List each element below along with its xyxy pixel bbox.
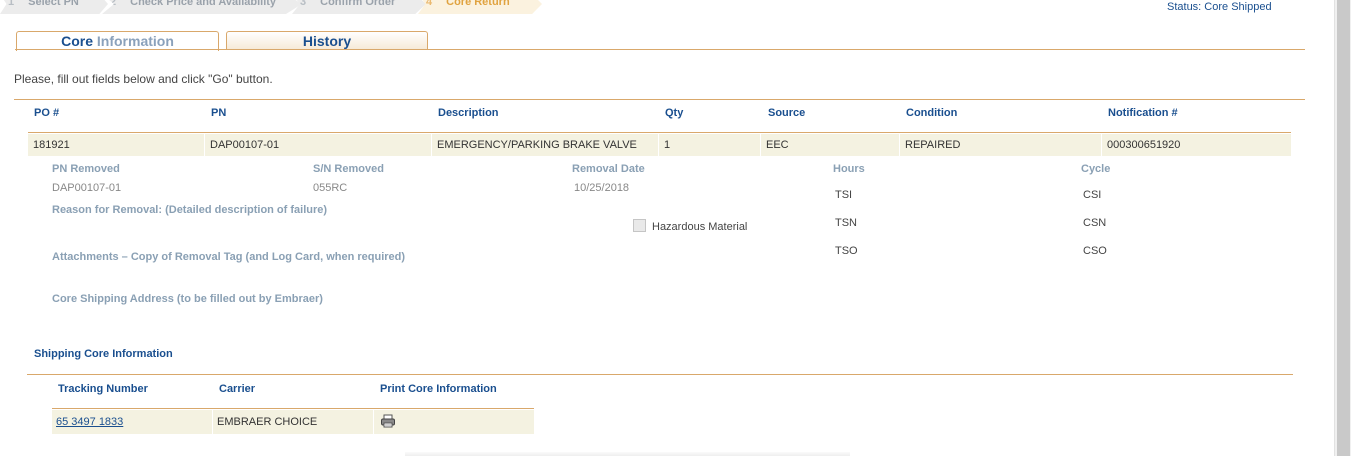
header-condition: Condition	[906, 107, 958, 119]
cell-print	[373, 410, 534, 434]
cycle-csi: CSI	[1083, 189, 1102, 201]
table-header-rule	[28, 132, 1291, 133]
tab-history-label: History	[302, 33, 352, 49]
hours-tso: TSO	[835, 245, 858, 257]
cell-description: EMERGENCY/PARKING BRAKE VALVE	[431, 134, 658, 156]
tab-history[interactable]: History	[226, 31, 428, 49]
step-number: 1	[8, 0, 15, 8]
instructions-text: Please, fill out fields below and click …	[14, 72, 273, 86]
step-label: Select PN	[28, 0, 79, 8]
wizard-steps: 1 Select PN 2 Check Price and Availability…	[0, 0, 560, 14]
header-carrier: Carrier	[219, 383, 256, 395]
cell-carrier: EMBRAER CHOICE	[212, 410, 373, 434]
bottom-edge	[405, 452, 850, 456]
step-label: Core Return	[446, 0, 510, 8]
removal-date-value: 10/25/2018	[574, 182, 630, 194]
step-label: Confirm Order	[320, 0, 396, 8]
tab-core-label: Core	[61, 33, 93, 49]
cell-pn: DAP00107-01	[204, 134, 431, 156]
wizard-step-core-return[interactable]: 4 Core Return	[418, 0, 542, 14]
step-number: 4	[426, 0, 433, 8]
header-po: PO #	[34, 107, 60, 119]
cell-condition: REPAIRED	[899, 134, 1101, 156]
window-edge	[1351, 0, 1366, 456]
order-status: Status: Core Shipped	[1167, 1, 1272, 13]
vertical-scrollbar[interactable]	[1334, 0, 1351, 456]
hours-label: Hours	[833, 163, 865, 175]
step-label: Check Price and Availability	[130, 0, 277, 8]
shipping-core-title: Shipping Core Information	[34, 348, 173, 360]
sn-removed-value: 055RC	[313, 182, 348, 194]
cycle-label: Cycle	[1081, 163, 1111, 175]
header-notification: Notification #	[1108, 107, 1178, 119]
tab-core-information[interactable]: Core Information	[16, 31, 219, 51]
cell-tracking: 65 3497 1833	[52, 410, 212, 434]
reason-for-removal-label: Reason for Removal: (Detailed descriptio…	[52, 204, 328, 216]
cell-po: 181921	[33, 139, 70, 151]
wizard-step-check-price[interactable]: 2 Check Price and Availability	[102, 0, 302, 14]
wizard-step-select-pn[interactable]: 1 Select PN	[0, 0, 108, 14]
shipping-top-rule	[27, 374, 1293, 375]
step-number: 3	[300, 0, 307, 8]
tracking-number-link[interactable]: 65 3497 1833	[56, 416, 123, 428]
hours-tsi: TSI	[835, 189, 853, 201]
tab-divider	[15, 49, 1305, 50]
hazardous-material-checkbox[interactable]	[633, 219, 646, 232]
cell-qty: 1	[658, 134, 760, 156]
cycle-csn: CSN	[1083, 217, 1107, 229]
sn-removed-label: S/N Removed	[313, 163, 384, 175]
hours-tsn: TSN	[835, 217, 857, 229]
shipping-header-rule	[52, 408, 534, 409]
cycle-cso: CSO	[1083, 245, 1107, 257]
header-tracking-number: Tracking Number	[58, 383, 148, 395]
header-description: Description	[438, 107, 499, 119]
attachments-label: Attachments – Copy of Removal Tag (and L…	[52, 251, 406, 263]
header-source: Source	[768, 107, 806, 119]
header-pn: PN	[211, 107, 227, 119]
printer-icon[interactable]	[380, 414, 396, 428]
scrollbar-thumb[interactable]	[1337, 0, 1350, 456]
hazardous-material-label: Hazardous Material	[652, 221, 748, 233]
cell-source: EEC	[760, 134, 899, 156]
pn-removed-label: PN Removed	[52, 163, 120, 175]
table-top-rule	[14, 99, 1305, 100]
header-print-core: Print Core Information	[380, 383, 497, 395]
core-shipping-address-label: Core Shipping Address (to be filled out …	[52, 293, 323, 305]
step-number: 2	[110, 0, 117, 8]
removal-date-label: Removal Date	[572, 163, 645, 175]
cell-notification: 000300651920	[1101, 134, 1291, 156]
pn-removed-value: DAP00107-01	[52, 182, 122, 194]
tab-core-label-suffix: Information	[96, 33, 174, 49]
header-qty: Qty	[665, 107, 684, 119]
wizard-step-confirm-order[interactable]: 3 Confirm Order	[292, 0, 426, 14]
